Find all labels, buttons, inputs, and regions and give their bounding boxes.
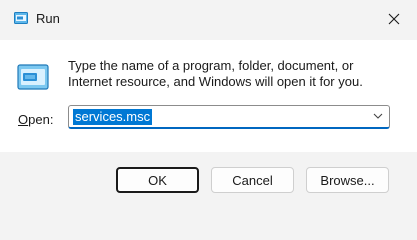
dialog-description: Type the name of a program, folder, docu…	[68, 58, 363, 89]
button-bar: OK Cancel Browse...	[0, 152, 417, 215]
open-label-text: pen:	[28, 112, 54, 127]
close-button[interactable]	[371, 0, 417, 38]
open-combobox[interactable]: services.msc	[68, 105, 390, 129]
window-title: Run	[36, 11, 60, 26]
cancel-button[interactable]: Cancel	[211, 167, 294, 193]
open-label-accelerator: O	[18, 112, 29, 127]
close-icon	[388, 13, 400, 25]
chevron-down-icon[interactable]	[373, 112, 383, 120]
open-input-value[interactable]: services.msc	[73, 109, 153, 125]
run-icon	[17, 64, 49, 90]
dialog-content: Type the name of a program, folder, docu…	[0, 40, 417, 152]
open-label: Open:	[18, 112, 53, 127]
browse-button[interactable]: Browse...	[306, 167, 389, 193]
run-icon	[14, 12, 28, 24]
ok-button[interactable]: OK	[116, 167, 199, 193]
run-dialog: Run Type the name of a program, folder, …	[0, 0, 417, 215]
title-bar[interactable]: Run	[0, 0, 417, 40]
